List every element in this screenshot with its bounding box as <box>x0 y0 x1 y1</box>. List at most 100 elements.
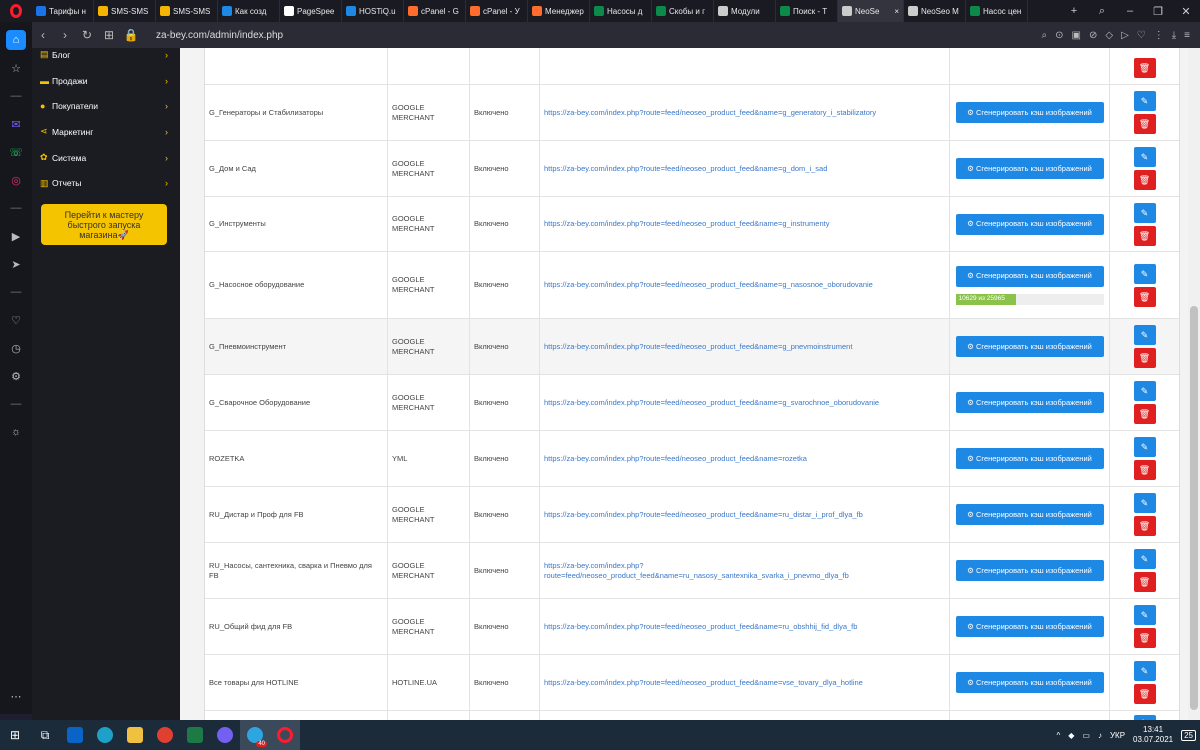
chrome-icon[interactable] <box>150 720 180 750</box>
edit-pencil-icon[interactable]: ✎ <box>1133 605 1156 625</box>
page-scrollbar[interactable] <box>1188 48 1200 720</box>
menu-icon[interactable]: ≡ <box>1184 30 1190 41</box>
clock[interactable]: 13:41 03.07.2021 <box>1133 725 1173 745</box>
zoom-icon[interactable]: ⊙ <box>1055 30 1063 41</box>
delete-trash-icon[interactable]: 🗑 <box>1133 114 1156 134</box>
speed-dial-icon[interactable]: ⊞ <box>98 28 120 42</box>
task-view-icon[interactable]: ⧉ <box>30 720 60 750</box>
whatsapp-icon[interactable]: ☏ <box>6 142 26 162</box>
edit-pencil-icon[interactable]: ✎ <box>1133 493 1156 513</box>
file-explorer-icon[interactable] <box>120 720 150 750</box>
generate-cache-button[interactable]: ⚙ Сгенерировать кэш изображений <box>955 616 1104 637</box>
player-icon[interactable]: ▶ <box>6 226 26 246</box>
download-icon[interactable]: ⤓ <box>1172 30 1176 41</box>
delete-trash-icon[interactable]: 🗑 <box>1133 628 1156 648</box>
quick-start-wizard-button[interactable]: Перейти к мастеру быстрого запуска магаз… <box>41 204 167 246</box>
back-icon[interactable]: ‹ <box>32 28 54 42</box>
edit-pencil-icon[interactable]: ✎ <box>1133 661 1156 681</box>
browser-tab[interactable]: Скобы и г <box>652 0 714 22</box>
feed-url-link[interactable]: https://za-bey.com/index.php?route=feed/… <box>540 375 950 430</box>
feed-url-link[interactable]: https://za-bey.com/index.php?route=feed/… <box>540 543 950 598</box>
excel-icon[interactable] <box>180 720 210 750</box>
feed-url-link[interactable]: https://za-bey.com/index.php?route=feed/… <box>540 252 950 318</box>
url-field[interactable]: za-bey.com/admin/index.php <box>156 30 283 41</box>
browser-tab[interactable]: Как созд <box>218 0 280 22</box>
search-tabs-icon[interactable]: ⌕ <box>1088 5 1116 18</box>
viber-icon[interactable] <box>210 720 240 750</box>
browser-tab[interactable]: PageSpee <box>280 0 342 22</box>
home-icon[interactable]: ⌂ <box>6 30 26 50</box>
browser-tab[interactable]: cPanel - У <box>466 0 528 22</box>
delete-trash-icon[interactable]: 🗑 <box>1133 684 1156 704</box>
edit-pencil-icon[interactable]: ✎ <box>1133 91 1156 111</box>
browser-tab[interactable]: Насос цен <box>966 0 1028 22</box>
feed-url-link[interactable]: https://za-bey.com/index.php?route=feed/… <box>540 655 950 710</box>
admin-menu-item[interactable]: ✿ Система › <box>32 145 180 171</box>
browser-tab[interactable]: NeoSe × <box>838 0 904 22</box>
bookmark-heart-icon[interactable]: ♡ <box>1137 30 1146 41</box>
delete-trash-icon[interactable]: 🗑 <box>1133 286 1156 307</box>
generate-cache-button[interactable]: ⚙ Сгенерировать кэш изображений <box>955 392 1104 413</box>
scrollbar-thumb[interactable] <box>1190 306 1198 710</box>
bookmarks-heart-icon[interactable]: ♡ <box>6 310 26 330</box>
telegram-icon[interactable]: 40 <box>240 720 270 750</box>
browser-tab[interactable]: Поиск - Т <box>776 0 838 22</box>
edit-pencil-icon[interactable]: ✎ <box>1133 202 1156 223</box>
settings-gear-icon[interactable]: ⚙ <box>6 366 26 386</box>
outlook-icon[interactable] <box>60 720 90 750</box>
lightbulb-icon[interactable]: ☼ <box>6 422 26 442</box>
edit-pencil-icon[interactable]: ✎ <box>1133 437 1156 457</box>
feed-url-link[interactable]: https://za-bey.com/index.php?route=feed/… <box>540 487 950 542</box>
generate-cache-button[interactable]: ⚙ Сгенерировать кэш изображений <box>955 560 1104 581</box>
generate-cache-button[interactable]: ⚙ Сгенерировать кэш изображений <box>955 336 1104 357</box>
feed-url-link[interactable]: https://za-bey.com/index.php?route=feed/… <box>540 85 950 140</box>
browser-tab[interactable]: Менеджер <box>528 0 590 22</box>
feed-url-link[interactable]: https://za-bey.com/index.php?route=feed/… <box>540 197 950 251</box>
network-icon[interactable]: ▭ <box>1082 731 1090 740</box>
history-clock-icon[interactable]: ◷ <box>6 338 26 358</box>
delete-trash-icon[interactable]: 🗑 <box>1133 404 1156 424</box>
feed-url-link[interactable]: https://za-bey.com/index.php?route=feed/… <box>540 599 950 654</box>
browser-tab[interactable]: Насосы д <box>590 0 652 22</box>
delete-trash-icon[interactable]: 🗑 <box>1133 348 1156 368</box>
language-indicator[interactable]: УКР <box>1110 731 1125 740</box>
dropbox-icon[interactable]: ◆ <box>1068 731 1074 740</box>
generate-cache-button[interactable]: ⚙ Сгенерировать кэш изображений <box>955 448 1104 469</box>
speed-dial-star-icon[interactable]: ☆ <box>6 58 26 78</box>
delete-trash-icon[interactable]: 🗑 <box>1133 225 1156 246</box>
delete-trash-icon[interactable]: 🗑 <box>1133 572 1156 592</box>
browser-tab[interactable]: HOSTiQ.u <box>342 0 404 22</box>
generate-cache-button[interactable]: ⚙ Сгенерировать кэш изображений <box>955 213 1104 235</box>
admin-menu-item[interactable]: ▤ Блог › <box>32 42 180 68</box>
edit-pencil-icon[interactable]: ✎ <box>1133 381 1156 401</box>
browser-tab[interactable]: SMS-SMS <box>156 0 218 22</box>
browser-tab[interactable]: Модули <box>714 0 776 22</box>
adblock-icon[interactable]: ⊘ <box>1089 30 1097 41</box>
minimize-icon[interactable]: – <box>1116 5 1144 17</box>
browser-tab[interactable]: cPanel - G <box>404 0 466 22</box>
generate-cache-button[interactable]: ⚙ Сгенерировать кэш изображений <box>955 102 1104 123</box>
more-dots-icon[interactable]: ⋯ <box>6 686 26 706</box>
windows-start-icon[interactable]: ⊞ <box>0 720 30 750</box>
opera-logo-icon[interactable] <box>0 0 32 22</box>
browser-tab[interactable]: Тарифы н <box>32 0 94 22</box>
flow-icon[interactable]: ➤ <box>6 254 26 274</box>
admin-menu-item[interactable]: ▥ Отчеты › <box>32 170 180 196</box>
tab-close-icon[interactable]: × <box>894 7 899 16</box>
opera-taskbar-icon[interactable] <box>270 720 300 750</box>
easy-setup-icon[interactable]: ▷ <box>1121 30 1129 41</box>
tray-chevron-icon[interactable]: ^ <box>1056 731 1060 740</box>
volume-icon[interactable]: ♪ <box>1098 731 1102 740</box>
edit-pencil-icon[interactable]: ✎ <box>1133 325 1156 345</box>
generate-cache-button[interactable]: ⚙ Сгенерировать кэш изображений <box>955 265 1104 287</box>
delete-button[interactable]: 🗑 <box>1133 58 1156 78</box>
search-page-icon[interactable]: ⌕ <box>1042 30 1048 41</box>
browser-tab[interactable]: NeoSeo M <box>904 0 966 22</box>
extensions-icon[interactable]: ⋮ <box>1154 30 1164 41</box>
delete-trash-icon[interactable]: 🗑 <box>1133 460 1156 480</box>
edit-pencil-icon[interactable]: ✎ <box>1133 549 1156 569</box>
edit-pencil-icon[interactable]: ✎ <box>1133 147 1156 167</box>
generate-cache-button[interactable]: ⚙ Сгенерировать кэш изображений <box>955 672 1104 693</box>
restore-icon[interactable]: ❐ <box>1144 5 1172 18</box>
admin-menu-item[interactable]: ▬ Продажи › <box>32 68 180 94</box>
